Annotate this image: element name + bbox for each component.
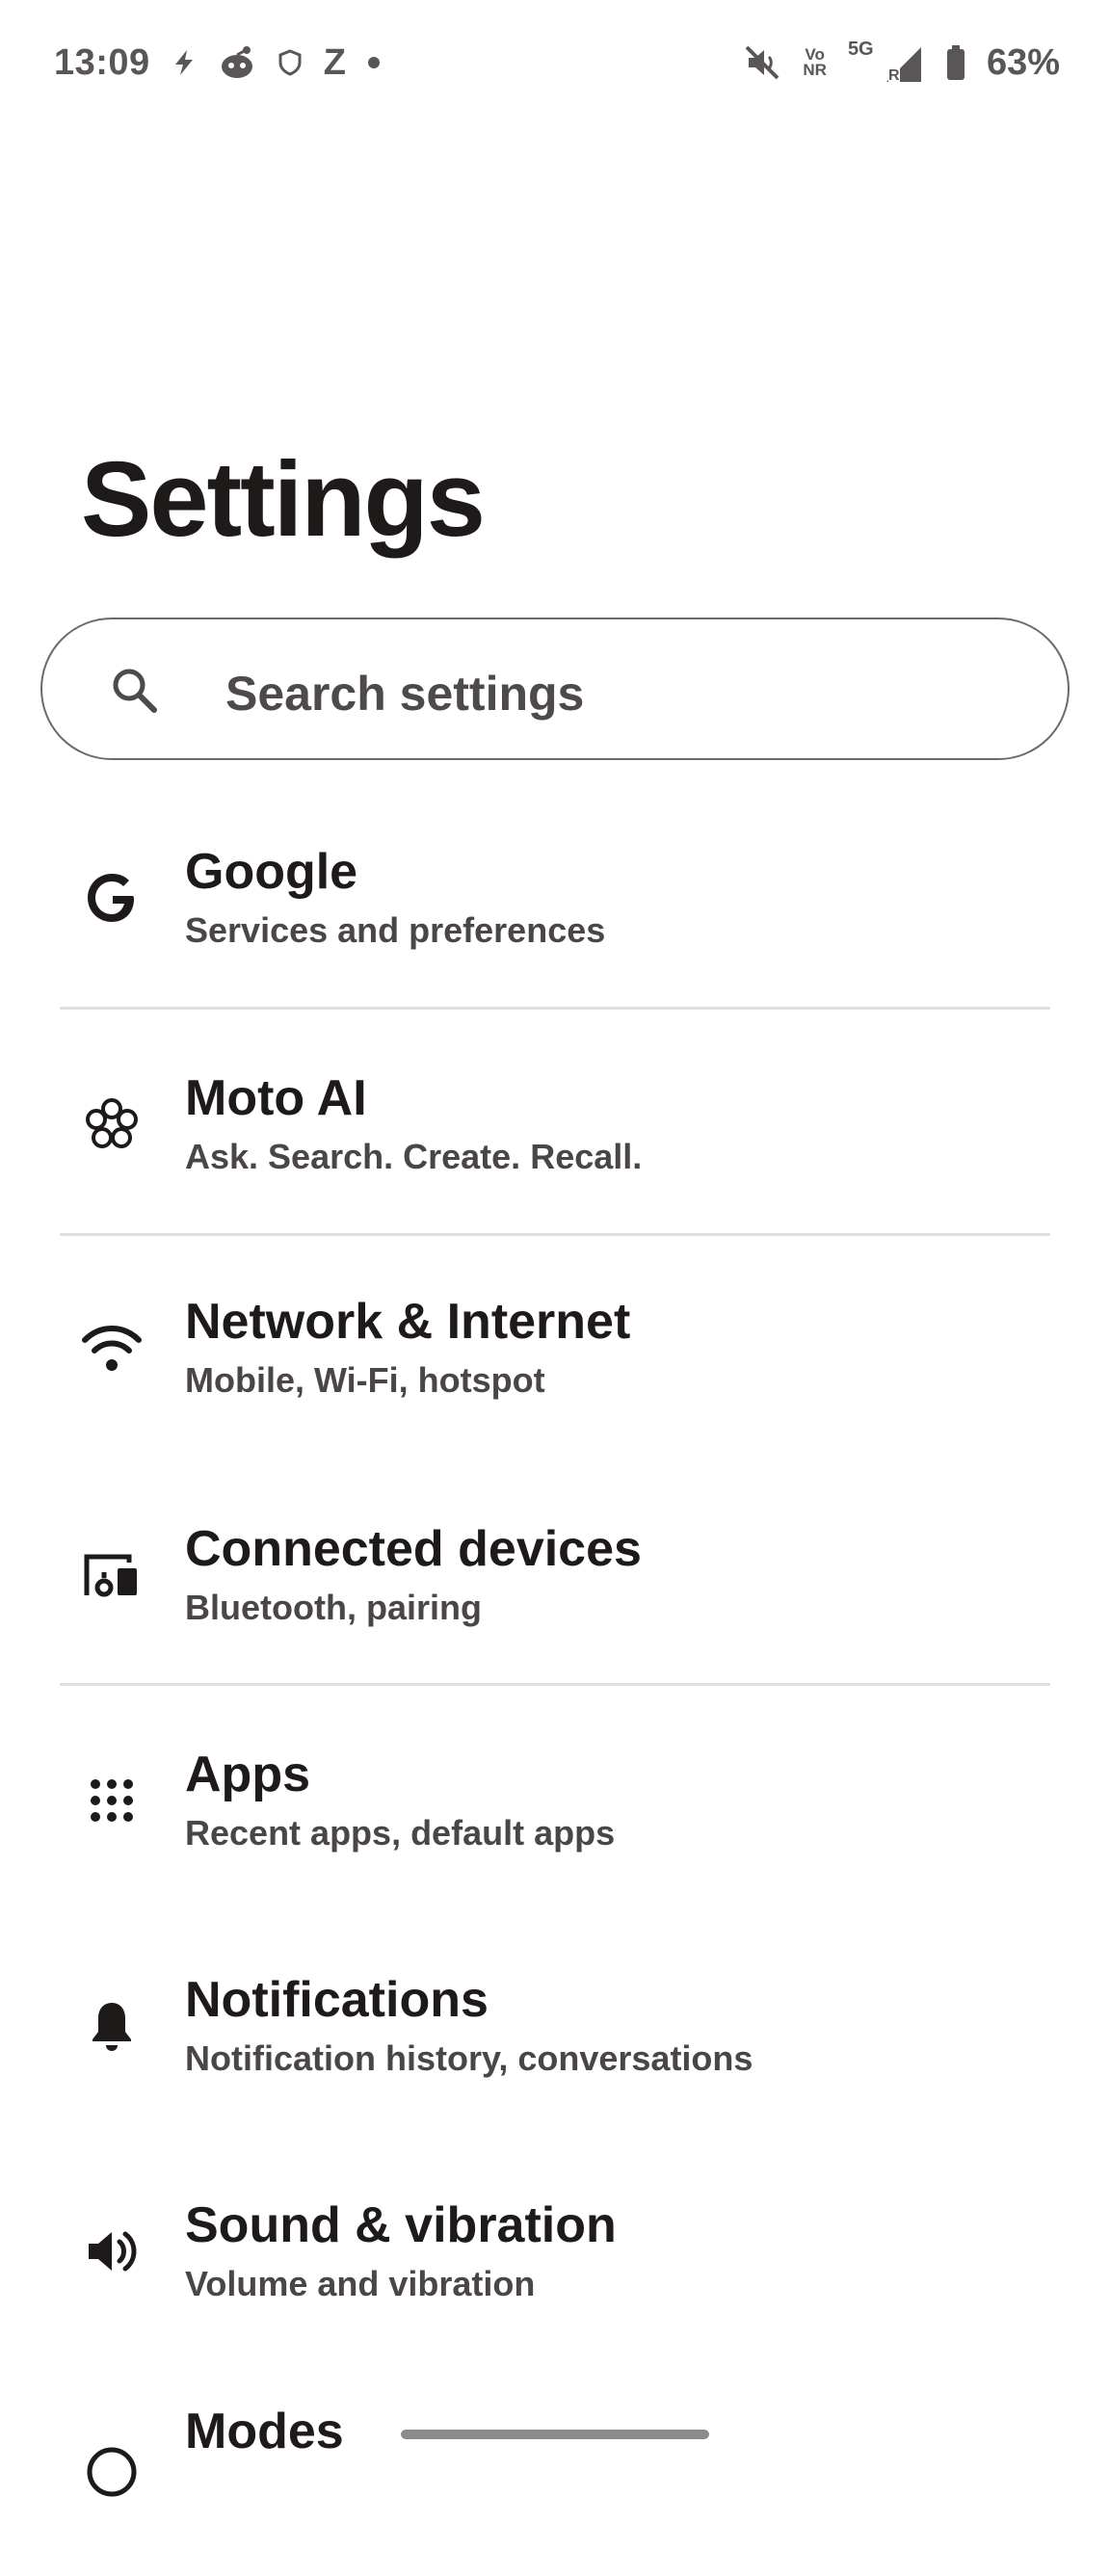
settings-item-title: Apps <box>185 1747 310 1802</box>
bell-icon <box>81 1995 143 2057</box>
divider <box>60 1683 1050 1686</box>
settings-item-title: Connected devices <box>185 1521 642 1577</box>
signal-icon: 5G R <box>847 39 925 84</box>
settings-item-title: Modes <box>185 2404 344 2459</box>
volte-icon: Vo NR <box>803 46 827 79</box>
settings-item-title: Moto AI <box>185 1070 367 1126</box>
settings-item-title: Network & Internet <box>185 1294 631 1350</box>
settings-item-subtitle: Ask. Search. Create. Recall. <box>185 1137 643 1176</box>
status-right: Vo NR 5G R 63% <box>743 39 1060 84</box>
settings-item-subtitle: Bluetooth, pairing <box>185 1588 482 1627</box>
settings-item-sound[interactable]: Sound & vibration Volume and vibration <box>0 2158 1110 2351</box>
battery-percent: 63% <box>986 41 1060 83</box>
settings-item-title: Google <box>185 844 358 900</box>
settings-item-subtitle: Recent apps, default apps <box>185 1813 616 1853</box>
search-placeholder: Search settings <box>225 667 585 721</box>
divider <box>60 1007 1050 1010</box>
wifi-icon <box>81 1317 143 1379</box>
devices-icon <box>81 1544 143 1606</box>
settings-item-modes[interactable]: Modes <box>0 2383 1110 2576</box>
page-title: Settings <box>81 440 486 559</box>
mute-icon <box>743 43 781 82</box>
settings-item-subtitle: Volume and vibration <box>185 2264 536 2303</box>
settings-item-network[interactable]: Network & Internet Mobile, Wi-Fi, hotspo… <box>0 1254 1110 1447</box>
settings-item-subtitle: Notification history, conversations <box>185 2038 753 2078</box>
settings-item-moto-ai[interactable]: Moto AI Ask. Search. Create. Recall. <box>0 1031 1110 1223</box>
settings-item-apps[interactable]: Apps Recent apps, default apps <box>0 1707 1110 1900</box>
speaker-icon <box>81 2221 143 2282</box>
settings-item-title: Sound & vibration <box>185 2197 617 2253</box>
z-app-icon: Z <box>323 41 346 83</box>
volte-bottom-label: NR <box>803 61 827 79</box>
settings-item-connected-devices[interactable]: Connected devices Bluetooth, pairing <box>0 1482 1110 1674</box>
bolt-icon <box>172 48 197 77</box>
status-bar: 13:09 Z Vo NR 5G R 63% <box>0 0 1110 125</box>
search-icon <box>110 666 160 721</box>
settings-item-subtitle: Mobile, Wi-Fi, hotspot <box>185 1360 545 1400</box>
settings-item-subtitle: Services and preferences <box>185 910 606 950</box>
modes-icon <box>81 2441 143 2503</box>
settings-item-title: Notifications <box>185 1972 489 2028</box>
settings-item-notifications[interactable]: Notifications Notification history, conv… <box>0 1932 1110 2125</box>
battery-icon <box>946 45 965 80</box>
google-icon <box>81 867 143 929</box>
status-time: 13:09 <box>54 41 150 83</box>
moto-ai-icon <box>81 1093 143 1155</box>
reddit-icon <box>218 45 256 80</box>
divider <box>60 1233 1050 1236</box>
shield-icon <box>278 48 303 77</box>
search-bar[interactable]: Search settings <box>40 618 1070 760</box>
apps-grid-icon <box>81 1770 143 1831</box>
dot-icon <box>367 56 381 69</box>
network-type: 5G <box>847 39 874 60</box>
gesture-nav-handle[interactable] <box>401 2430 709 2439</box>
roaming-label: R <box>887 67 900 84</box>
settings-item-google[interactable]: Google Services and preferences <box>0 804 1110 997</box>
status-left: 13:09 Z <box>54 42 381 84</box>
